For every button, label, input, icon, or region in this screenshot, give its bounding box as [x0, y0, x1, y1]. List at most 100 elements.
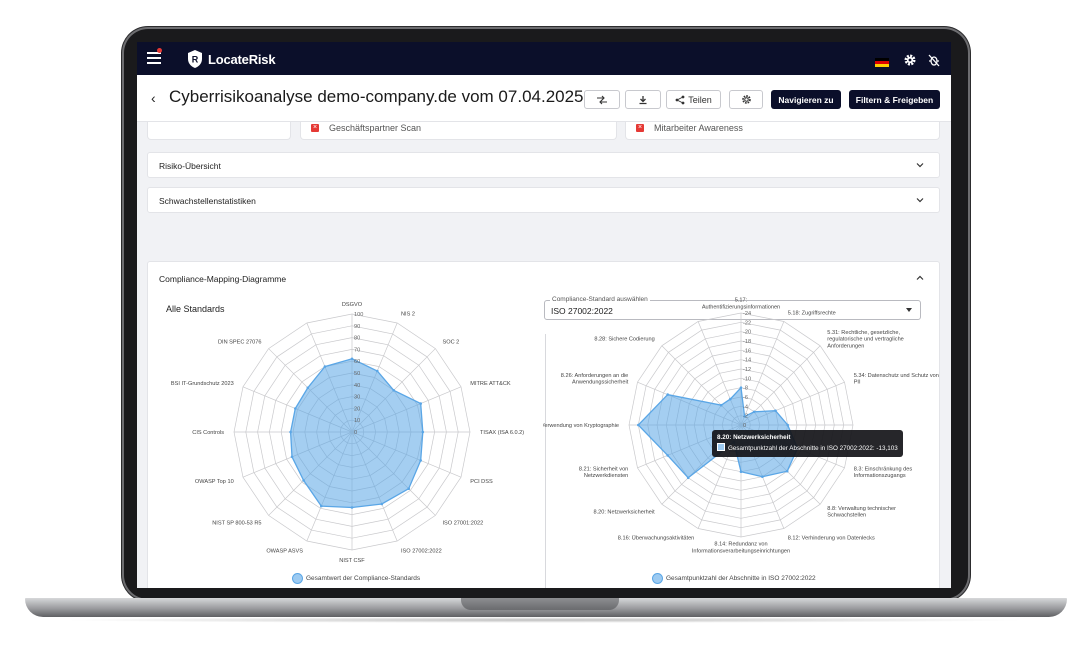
- page-title: Cyberrisikoanalyse demo-company.de vom 0…: [169, 87, 584, 106]
- chart-tooltip: 8.20: Netzwerksicherheit Gesamtpunktzahl…: [712, 430, 903, 457]
- download-icon: [639, 95, 647, 104]
- axis-label: ISO 27002:2022: [401, 548, 442, 554]
- gear-icon[interactable]: [903, 53, 917, 67]
- axis-label: PCI DSS: [470, 479, 493, 485]
- data-point[interactable]: [666, 454, 669, 457]
- shield-logo-icon: R: [188, 50, 202, 68]
- top-card-label: Mitarbeiter Awareness: [654, 123, 743, 133]
- radar-chart-all-standards: 0 10 20 30 40 50 60 70 80 90 100 DSGVO NIS 2 SOC 2 MIT…: [171, 302, 524, 564]
- accordion-title: Schwachstellenstatistiken: [159, 196, 256, 206]
- data-point[interactable]: [786, 423, 789, 427]
- data-point[interactable]: [290, 455, 294, 459]
- tick-label: -6: [743, 395, 748, 401]
- laptop-shadow: [60, 617, 1030, 623]
- data-point[interactable]: [666, 393, 669, 396]
- legend-left[interactable]: Gesamtwert der Compliance-Standards: [292, 573, 420, 584]
- data-point[interactable]: [306, 386, 310, 390]
- axis-label: 8.3: Einschränkung des Informationszugang…: [854, 466, 913, 479]
- accordion-title: Risiko-Übersicht: [159, 161, 221, 171]
- data-point[interactable]: [774, 409, 777, 412]
- top-card-label: Geschäftspartner Scan: [329, 123, 422, 133]
- tick-label: -2: [743, 414, 748, 420]
- tick-label: -12: [743, 367, 751, 373]
- data-point[interactable]: [739, 386, 743, 389]
- data-point[interactable]: [350, 506, 354, 509]
- data-point[interactable]: [419, 402, 423, 405]
- fail-icon: ×: [636, 124, 644, 132]
- filter-share-button[interactable]: Filtern & Freigeben: [849, 90, 940, 109]
- tick-label: -4: [743, 404, 748, 410]
- hamburger-menu-icon[interactable]: [147, 52, 161, 64]
- legend-right[interactable]: Gesamtpunktzahl der Abschnitte in ISO 27…: [652, 573, 816, 584]
- axis-label: 8.8: Verwaltung technischer Schwachstelle…: [827, 506, 896, 519]
- axis-label: 5.34: Datenschutz und Schutz von PII: [854, 373, 939, 386]
- tick-label: -16: [743, 348, 751, 354]
- download-button[interactable]: [625, 90, 661, 109]
- tick-label: -8: [743, 386, 748, 392]
- data-point[interactable]: [350, 357, 354, 361]
- legend-swatch: [652, 573, 663, 584]
- language-flag-icon[interactable]: [875, 58, 889, 67]
- bug-off-icon[interactable]: [927, 53, 941, 67]
- navigate-to-button[interactable]: Navigieren zu: [771, 90, 841, 109]
- data-point[interactable]: [719, 403, 723, 407]
- data-point[interactable]: [407, 487, 411, 490]
- legend-label: Gesamtwert der Compliance-Standards: [306, 575, 421, 582]
- tick-label: -22: [743, 320, 751, 326]
- top-card[interactable]: × Mitarbeiter Awareness: [625, 122, 940, 140]
- data-point[interactable]: [637, 423, 640, 427]
- top-card[interactable]: × Geschäftspartner Scan: [300, 122, 617, 140]
- accordion-risk-overview[interactable]: Risiko-Übersicht: [147, 152, 940, 178]
- share-icon: [675, 95, 685, 104]
- axis-label: 8.21: Sicherheit von Netzwerkdiensten: [579, 466, 628, 479]
- data-point[interactable]: [419, 459, 423, 462]
- tick-label: 20: [354, 406, 360, 412]
- axis-label: OWASP Top 10: [195, 479, 234, 485]
- data-point[interactable]: [785, 469, 789, 473]
- data-point[interactable]: [739, 470, 743, 473]
- chevron-down-icon: [916, 198, 924, 203]
- data-point[interactable]: [302, 479, 305, 482]
- axis-label: TISAX (ISA 6.0.2): [480, 430, 524, 436]
- tick-label: 100: [354, 312, 363, 318]
- back-chevron-icon[interactable]: ‹: [151, 90, 156, 106]
- data-point[interactable]: [729, 397, 732, 401]
- tick-label: 70: [354, 347, 360, 353]
- axis-label: 8.20: Netzwerksicherheit: [593, 509, 655, 515]
- tick-label: 30: [354, 395, 360, 401]
- tick-label: 50: [354, 371, 360, 377]
- axis-label: MITRE ATT&CK: [470, 381, 511, 387]
- axis-label: 5.17: Authentifizierungsinformationen: [702, 298, 780, 311]
- share-button[interactable]: Teilen: [666, 90, 721, 109]
- data-point[interactable]: [380, 502, 384, 506]
- logo[interactable]: R LocateRisk: [186, 49, 276, 69]
- tick-label: 80: [354, 336, 360, 342]
- axis-label: 8.24: Verwendung von Kryptographie: [543, 423, 619, 429]
- data-point[interactable]: [686, 476, 690, 480]
- axis-label: CIS Controls: [192, 430, 224, 436]
- data-point[interactable]: [320, 504, 323, 508]
- svg-text:R: R: [192, 55, 199, 65]
- axis-label: ISO 27001:2022: [443, 521, 484, 527]
- compare-button[interactable]: [584, 90, 620, 109]
- data-point[interactable]: [289, 430, 292, 434]
- app-screen: R LocateRisk ‹ Cyberrisikoanalyse demo-c…: [137, 42, 951, 588]
- axis-label: 8.12: Verhinderung von Datenlecks: [788, 536, 875, 542]
- data-point[interactable]: [761, 475, 764, 478]
- axis-label: 8.26: Anforderungen an die Anwendungssich…: [561, 373, 629, 386]
- data-point[interactable]: [392, 389, 395, 392]
- data-point[interactable]: [421, 430, 425, 434]
- tick-label: -10: [743, 376, 751, 382]
- accordion-vulnerability-stats[interactable]: Schwachstellenstatistiken: [147, 187, 940, 213]
- data-point[interactable]: [294, 407, 297, 410]
- radar-chart-iso27002: 0 -2 -4 -6 -8 -10 -12 -14 -16 -18 -20 -22 -245.17: Au…: [543, 298, 939, 555]
- data-point[interactable]: [376, 369, 379, 373]
- tick-label: 0: [354, 430, 357, 436]
- legend-swatch: [292, 573, 303, 584]
- settings-button[interactable]: [729, 90, 763, 109]
- data-point[interactable]: [323, 365, 327, 368]
- axis-label: 8.14: Redundanz von Informationsverarbeit…: [692, 542, 790, 555]
- data-point[interactable]: [752, 410, 756, 414]
- tick-label: -18: [743, 339, 751, 345]
- legend-label: Gesamtpunktzahl der Abschnitte in ISO 27…: [666, 575, 816, 582]
